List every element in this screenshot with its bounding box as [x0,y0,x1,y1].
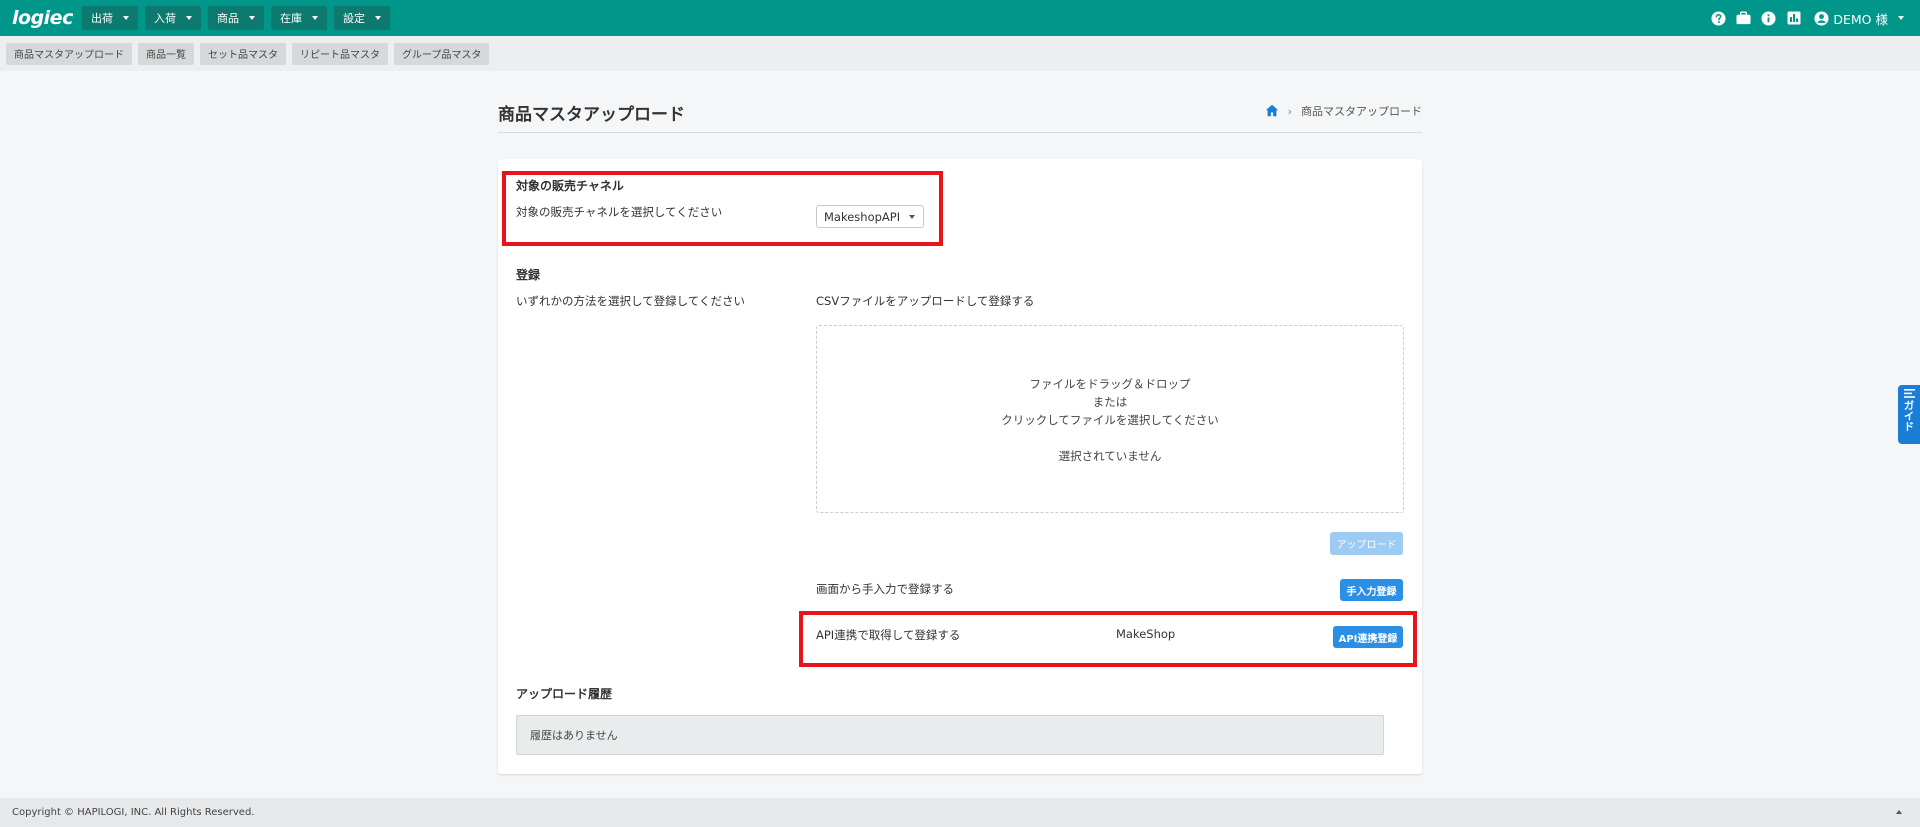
topbar-actions: DEMO 様 [1710,0,1904,36]
caret-down-icon [186,16,192,20]
user-name: DEMO 様 [1833,11,1888,27]
caret-down-icon [249,16,255,20]
copyright-text: Copyright © HAPILOGI, INC. All Rights Re… [12,807,255,818]
menu-receiving[interactable]: 入荷 [145,6,201,30]
home-icon[interactable] [1265,104,1279,118]
guide-list-icon [1903,389,1915,398]
guide-label: ガイド [1902,400,1915,432]
dropzone-status: 選択されていません [1058,449,1162,463]
history-section-title: アップロード履歴 [516,687,613,701]
breadcrumb: › 商品マスタアップロード [1265,103,1422,119]
main-content: 商品マスタアップロード › 商品マスタアップロード 対象の販売チャネル 対象の販… [0,71,1920,798]
manual-register-button[interactable]: 手入力登録 [1340,579,1403,601]
menu-label: 設定 [343,12,365,25]
footer: Copyright © HAPILOGI, INC. All Rights Re… [0,798,1920,827]
upload-card: 対象の販売チャネル 対象の販売チャネルを選択してください MakeshopAPI… [498,159,1422,774]
menu-label: 商品 [217,12,239,25]
manual-register-label: 画面から手入力で登録する [816,582,954,596]
subtab-repeat-master[interactable]: リピート品マスタ [292,42,388,65]
caret-down-icon [375,16,381,20]
highlight-api-register [799,611,1417,667]
dropzone-line2: または [1092,395,1128,409]
file-dropzone[interactable]: ファイルをドラッグ＆ドロップ または クリックしてファイルを選択してください 選… [816,325,1404,513]
history-empty-text: 履歴はありません [530,729,618,742]
sub-navbar: 商品マスタアップロード 商品一覧 セット品マスタ リピート品マスタ グループ品マ… [0,36,1920,71]
subtab-product-list[interactable]: 商品一覧 [138,42,194,65]
logo[interactable]: logiec [12,7,73,29]
page-header: 商品マスタアップロード › 商品マスタアップロード [498,87,1422,133]
highlight-channel [502,171,943,246]
menu-label: 入荷 [154,12,176,25]
account-icon [1814,10,1829,26]
subtab-set-master[interactable]: セット品マスタ [200,42,286,65]
scroll-top-icon[interactable] [1896,810,1902,814]
chart-icon[interactable] [1785,10,1802,27]
caret-down-icon [1898,16,1904,20]
breadcrumb-current: 商品マスタアップロード [1301,105,1422,118]
menu-shipping[interactable]: 出荷 [82,6,138,30]
main-menu: 出荷 入荷 商品 在庫 設定 [82,6,390,30]
register-instruction: いずれかの方法を選択して登録してください [516,294,745,308]
history-empty-box: 履歴はありません [516,715,1384,755]
subtab-group-master[interactable]: グループ品マスタ [394,42,490,65]
upload-button[interactable]: アップロード [1330,532,1403,555]
menu-settings[interactable]: 設定 [334,6,390,30]
subtab-product-master-upload[interactable]: 商品マスタアップロード [6,42,132,65]
page-title: 商品マスタアップロード [498,105,685,125]
user-menu[interactable]: DEMO 様 [1814,9,1904,28]
menu-label: 出荷 [91,12,113,25]
help-icon[interactable] [1710,10,1727,27]
info-icon[interactable] [1760,10,1777,27]
caret-down-icon [123,16,129,20]
csv-upload-label: CSVファイルをアップロードして登録する [816,294,1035,308]
menu-products[interactable]: 商品 [208,6,264,30]
menu-label: 在庫 [280,12,302,25]
register-section-title: 登録 [516,268,541,282]
top-navbar: logiec 出荷 入荷 商品 在庫 設定 DEMO 様 [0,0,1920,36]
caret-down-icon [312,16,318,20]
dropzone-line1: ファイルをドラッグ＆ドロップ [1029,377,1191,391]
dropzone-line3: クリックしてファイルを選択してください [1001,413,1219,427]
guide-tab[interactable]: ガイド [1898,385,1920,444]
menu-inventory[interactable]: 在庫 [271,6,327,30]
briefcase-icon[interactable] [1735,10,1752,27]
breadcrumb-separator: › [1287,104,1292,118]
